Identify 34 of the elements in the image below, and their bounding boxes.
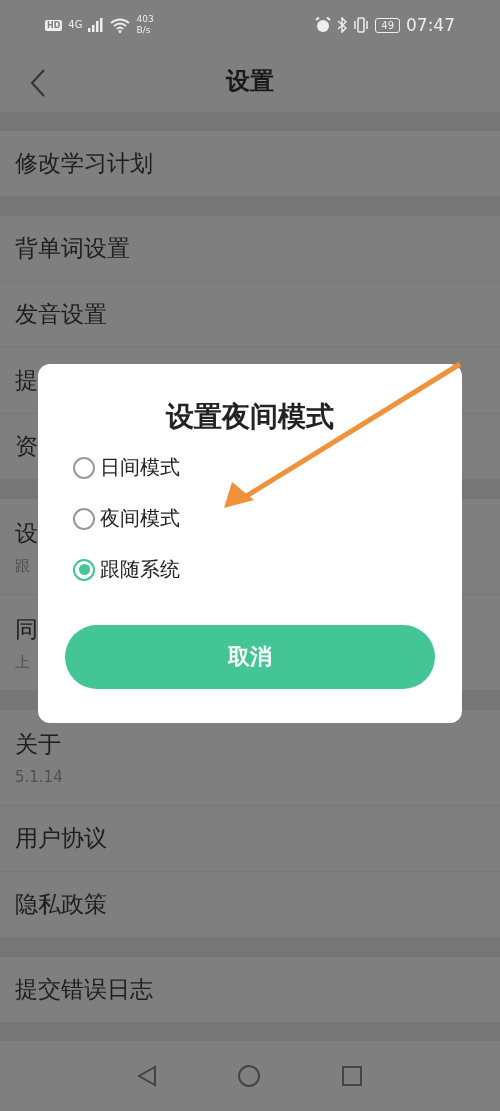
back-nav-icon[interactable]	[137, 1065, 157, 1087]
vibrate-icon	[353, 17, 370, 33]
settings-item[interactable]: 设	[15, 517, 38, 549]
option-label[interactable]: 跟随系统	[100, 556, 180, 583]
settings-item[interactable]: 修改学习计划	[15, 148, 153, 179]
page-title: 设置	[226, 66, 274, 97]
wifi-icon	[110, 17, 131, 33]
settings-item[interactable]: 提	[15, 365, 38, 396]
settings-item[interactable]: 提交错误日志	[15, 974, 153, 1005]
settings-item[interactable]: 关于	[15, 729, 61, 760]
radio-button[interactable]	[73, 558, 95, 581]
settings-item[interactable]: 隐私政策	[15, 889, 107, 920]
signal-icon	[88, 18, 105, 32]
clock-time: 07:47	[406, 15, 455, 35]
dialog-title: 设置夜间模式	[166, 399, 334, 435]
bluetooth-icon	[337, 17, 348, 33]
option-label[interactable]: 日间模式	[100, 454, 180, 481]
recents-nav-icon[interactable]	[341, 1065, 363, 1087]
battery-level: 49	[375, 17, 400, 33]
alarm-icon	[315, 17, 332, 33]
radio-button[interactable]	[73, 507, 95, 530]
network-type: 4G	[68, 20, 83, 30]
settings-item[interactable]: 用户协议	[15, 823, 107, 854]
cancel-button[interactable]: 取消	[65, 625, 435, 689]
settings-item[interactable]: 资	[15, 431, 38, 462]
settings-item[interactable]: 背单词设置	[15, 233, 130, 264]
settings-item[interactable]: 同	[15, 613, 38, 645]
network-speed: 403 B/s	[136, 14, 154, 36]
home-nav-icon[interactable]	[237, 1064, 261, 1088]
option-label[interactable]: 夜间模式	[100, 505, 180, 532]
radio-button[interactable]	[73, 456, 95, 479]
hd-badge: HD	[45, 19, 63, 31]
back-icon[interactable]	[30, 69, 46, 97]
settings-item[interactable]: 发音设置	[15, 299, 107, 330]
